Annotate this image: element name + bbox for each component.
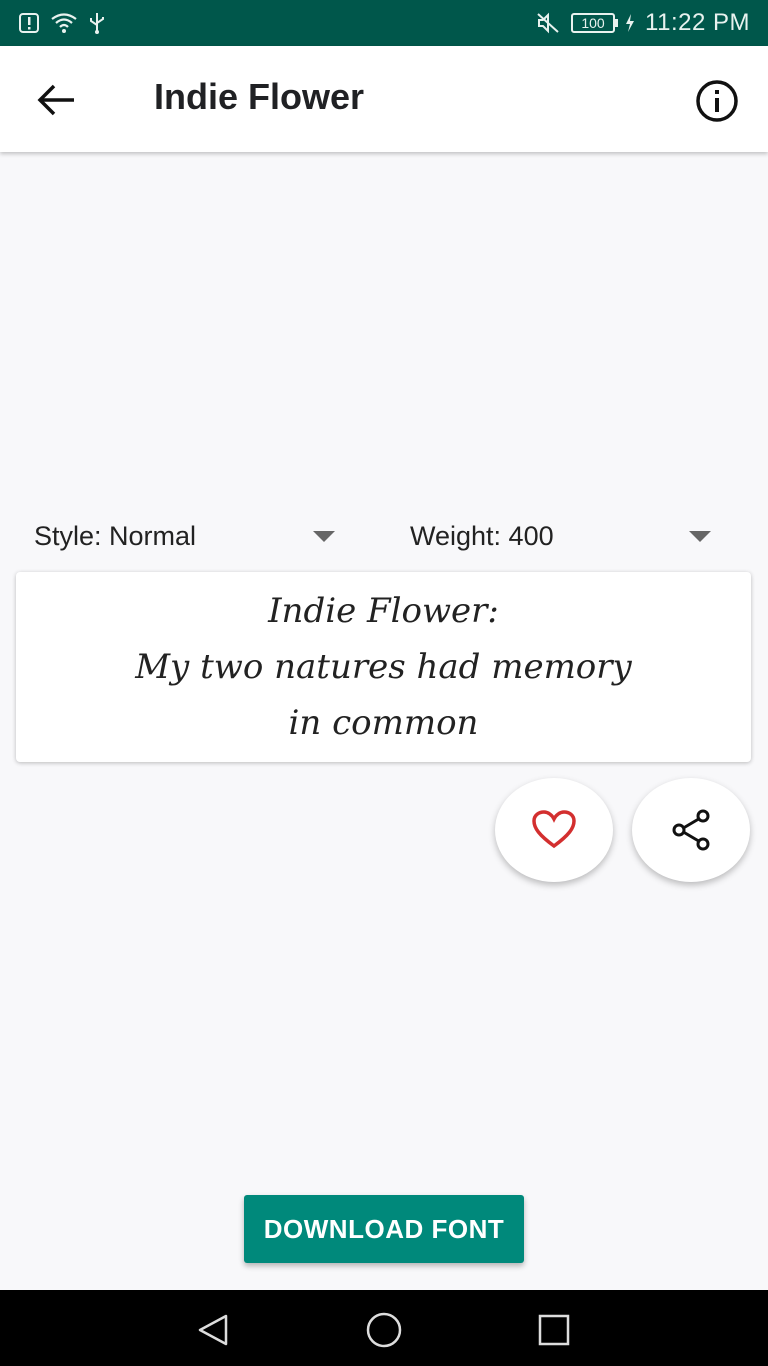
download-font-button[interactable]: DOWNLOAD FONT <box>244 1195 524 1263</box>
preview-line-3: in common <box>288 703 479 743</box>
back-triangle-icon <box>198 1314 228 1346</box>
nav-home-button[interactable] <box>364 1310 404 1350</box>
status-right-icons: 100 11:22 PM <box>535 9 750 37</box>
back-button[interactable] <box>34 80 80 120</box>
info-button[interactable] <box>694 78 740 124</box>
chevron-down-icon <box>689 531 711 542</box>
app-bar: Indie Flower <box>0 46 768 152</box>
charging-icon <box>626 14 635 32</box>
style-dropdown[interactable]: Style: Normal <box>34 510 340 562</box>
chevron-down-icon <box>313 531 335 542</box>
share-icon <box>672 809 710 851</box>
system-nav-bar <box>0 1290 768 1366</box>
mute-icon <box>537 12 559 34</box>
font-preview-card: Indie Flower: My two natures had memory … <box>16 572 751 762</box>
weight-dropdown-label: Weight: 400 <box>410 520 554 551</box>
battery-indicator: 100 <box>571 13 619 33</box>
preview-line-1: Indie Flower: <box>268 591 499 631</box>
favorite-button[interactable] <box>495 778 613 882</box>
status-left-icons <box>18 11 106 35</box>
back-arrow-icon <box>37 84 74 116</box>
weight-dropdown[interactable]: Weight: 400 <box>410 510 716 562</box>
nav-back-button[interactable] <box>194 1310 234 1350</box>
nav-recents-button[interactable] <box>534 1310 574 1350</box>
battery-level: 100 <box>581 15 605 31</box>
status-bar: 100 11:22 PM <box>0 0 768 46</box>
share-button[interactable] <box>632 778 750 882</box>
alert-icon <box>19 13 39 33</box>
style-dropdown-label: Style: Normal <box>34 520 197 551</box>
recents-square-icon <box>538 1314 570 1346</box>
home-circle-icon <box>366 1312 402 1348</box>
page-title: Indie Flower <box>154 76 365 117</box>
preview-line-2: My two natures had memory <box>135 647 632 687</box>
wifi-icon <box>51 13 77 33</box>
info-icon <box>696 80 738 122</box>
usb-icon <box>90 13 104 34</box>
status-time: 11:22 PM <box>645 9 750 36</box>
heart-outline-icon <box>532 810 576 849</box>
